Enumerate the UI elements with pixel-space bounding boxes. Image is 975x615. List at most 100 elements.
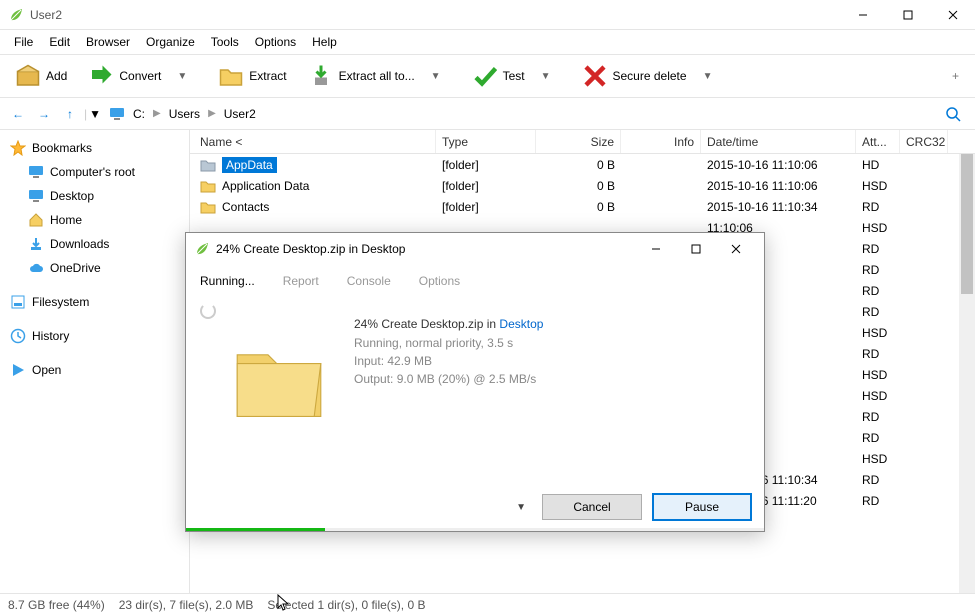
sidebar-open-label: Open bbox=[32, 363, 61, 377]
dialog-options-dropdown[interactable]: ▼ bbox=[510, 502, 532, 513]
app-leaf-icon bbox=[194, 241, 210, 257]
cell-size: 0 B bbox=[536, 158, 621, 172]
crumb-root[interactable]: C: bbox=[129, 105, 149, 123]
extract-all-dropdown[interactable]: ▼ bbox=[427, 71, 445, 82]
extract-all-button[interactable]: Extract all to... bbox=[299, 60, 425, 92]
window-title: User2 bbox=[30, 8, 840, 22]
secure-delete-dropdown[interactable]: ▼ bbox=[699, 71, 717, 82]
check-icon bbox=[473, 64, 497, 88]
extract-all-label: Extract all to... bbox=[339, 69, 415, 83]
scrollbar[interactable] bbox=[959, 154, 975, 593]
cell-att: RD bbox=[856, 410, 900, 424]
sidebar-filesystem[interactable]: Filesystem bbox=[0, 290, 189, 314]
headline-link[interactable]: Desktop bbox=[499, 317, 543, 331]
sidebar-history[interactable]: History bbox=[0, 324, 189, 348]
extract-button[interactable]: Extract bbox=[209, 60, 296, 92]
download-icon bbox=[28, 236, 44, 252]
col-att[interactable]: Att... bbox=[856, 130, 900, 153]
tab-running[interactable]: Running... bbox=[198, 270, 257, 292]
chevron-right-icon: ▶ bbox=[208, 108, 216, 119]
cell-att: HSD bbox=[856, 326, 900, 340]
col-size[interactable]: Size bbox=[536, 130, 621, 153]
play-icon bbox=[10, 362, 26, 378]
cell-att: HSD bbox=[856, 389, 900, 403]
table-row[interactable]: AppData[folder]0 B2015-10-16 11:10:06HD bbox=[190, 154, 975, 175]
folder-big-icon bbox=[224, 319, 334, 439]
search-icon[interactable] bbox=[937, 106, 969, 122]
sidebar-item-desktop[interactable]: Desktop bbox=[0, 184, 189, 208]
cell-date: 2015-10-16 11:10:06 bbox=[701, 179, 856, 193]
sidebar-bookmarks[interactable]: Bookmarks bbox=[0, 136, 189, 160]
col-info[interactable]: Info bbox=[621, 130, 701, 153]
dialog-minimize-button[interactable] bbox=[636, 235, 676, 263]
crumb-user2[interactable]: User2 bbox=[220, 105, 260, 123]
table-row[interactable]: Application Data[folder]0 B2015-10-16 11… bbox=[190, 175, 975, 196]
test-dropdown[interactable]: ▼ bbox=[537, 71, 555, 82]
menu-options[interactable]: Options bbox=[247, 32, 304, 52]
dialog-buttons: ▼ Cancel Pause bbox=[186, 486, 764, 528]
col-date[interactable]: Date/time bbox=[701, 130, 856, 153]
cell-att: RD bbox=[856, 305, 900, 319]
scroll-thumb[interactable] bbox=[961, 154, 973, 294]
file-name: AppData bbox=[222, 157, 277, 173]
tab-report[interactable]: Report bbox=[281, 270, 321, 292]
convert-dropdown[interactable]: ▼ bbox=[173, 71, 191, 82]
menu-help[interactable]: Help bbox=[304, 32, 345, 52]
dialog-body: 24% Create Desktop.zip in Desktop Runnin… bbox=[186, 297, 764, 486]
toolbar: Add Convert ▼ Extract Extract all to... … bbox=[0, 54, 975, 98]
cell-att: HSD bbox=[856, 179, 900, 193]
menu-browser[interactable]: Browser bbox=[78, 32, 138, 52]
menu-tools[interactable]: Tools bbox=[203, 32, 247, 52]
tab-console[interactable]: Console bbox=[345, 270, 393, 292]
menu-edit[interactable]: Edit bbox=[41, 32, 78, 52]
table-row[interactable]: Contacts[folder]0 B2015-10-16 11:10:34RD bbox=[190, 196, 975, 217]
sub-output: Output: 9.0 MB (20%) @ 2.5 MB/s bbox=[354, 372, 746, 386]
chevron-right-icon: ▶ bbox=[153, 108, 161, 119]
sidebar-item-onedrive[interactable]: OneDrive bbox=[0, 256, 189, 280]
breadcrumb: C: ▶ Users ▶ User2 bbox=[103, 105, 266, 123]
pause-button[interactable]: Pause bbox=[652, 493, 752, 521]
convert-icon bbox=[89, 64, 113, 88]
sidebar-item-label: Home bbox=[50, 213, 82, 227]
tab-options[interactable]: Options bbox=[417, 270, 462, 292]
sidebar-bookmarks-label: Bookmarks bbox=[32, 141, 92, 155]
sidebar-item-home[interactable]: Home bbox=[0, 208, 189, 232]
cancel-button[interactable]: Cancel bbox=[542, 494, 642, 520]
test-button[interactable]: Test bbox=[463, 60, 535, 92]
folder-icon bbox=[200, 178, 216, 194]
nav-up[interactable]: ↑ bbox=[58, 102, 82, 126]
toolbar-customize[interactable]: + bbox=[942, 69, 969, 83]
x-icon bbox=[583, 64, 607, 88]
nav-back[interactable]: ← bbox=[6, 102, 30, 126]
convert-button[interactable]: Convert bbox=[79, 60, 171, 92]
cell-type: [folder] bbox=[436, 200, 536, 214]
sub-status: Running, normal priority, 3.5 s bbox=[354, 336, 746, 350]
dialog-close-button[interactable] bbox=[716, 235, 756, 263]
maximize-button[interactable] bbox=[885, 0, 930, 30]
address-history-dropdown[interactable]: ▼ bbox=[89, 107, 101, 121]
monitor-icon bbox=[109, 106, 125, 122]
crumb-users[interactable]: Users bbox=[165, 105, 204, 123]
menu-file[interactable]: File bbox=[6, 32, 41, 52]
col-type[interactable]: Type bbox=[436, 130, 536, 153]
col-crc[interactable]: CRC32 bbox=[900, 130, 948, 153]
sidebar-item-computer-root[interactable]: Computer's root bbox=[0, 160, 189, 184]
monitor-icon bbox=[28, 188, 44, 204]
cell-att: HD bbox=[856, 158, 900, 172]
cell-att: RD bbox=[856, 284, 900, 298]
secure-delete-button[interactable]: Secure delete bbox=[573, 60, 697, 92]
add-button[interactable]: Add bbox=[6, 60, 77, 92]
sidebar-filesystem-label: Filesystem bbox=[32, 295, 89, 309]
dialog-maximize-button[interactable] bbox=[676, 235, 716, 263]
close-button[interactable] bbox=[930, 0, 975, 30]
menu-organize[interactable]: Organize bbox=[138, 32, 203, 52]
sidebar-item-downloads[interactable]: Downloads bbox=[0, 232, 189, 256]
nav-forward[interactable]: → bbox=[32, 102, 56, 126]
headline: 24% Create Desktop.zip in Desktop bbox=[354, 315, 746, 332]
file-name: Application Data bbox=[222, 179, 309, 193]
minimize-button[interactable] bbox=[840, 0, 885, 30]
column-headers: Name < Type Size Info Date/time Att... C… bbox=[190, 130, 975, 154]
cell-date: 2015-10-16 11:10:06 bbox=[701, 158, 856, 172]
sidebar-open[interactable]: Open bbox=[0, 358, 189, 382]
col-name[interactable]: Name < bbox=[194, 130, 436, 153]
